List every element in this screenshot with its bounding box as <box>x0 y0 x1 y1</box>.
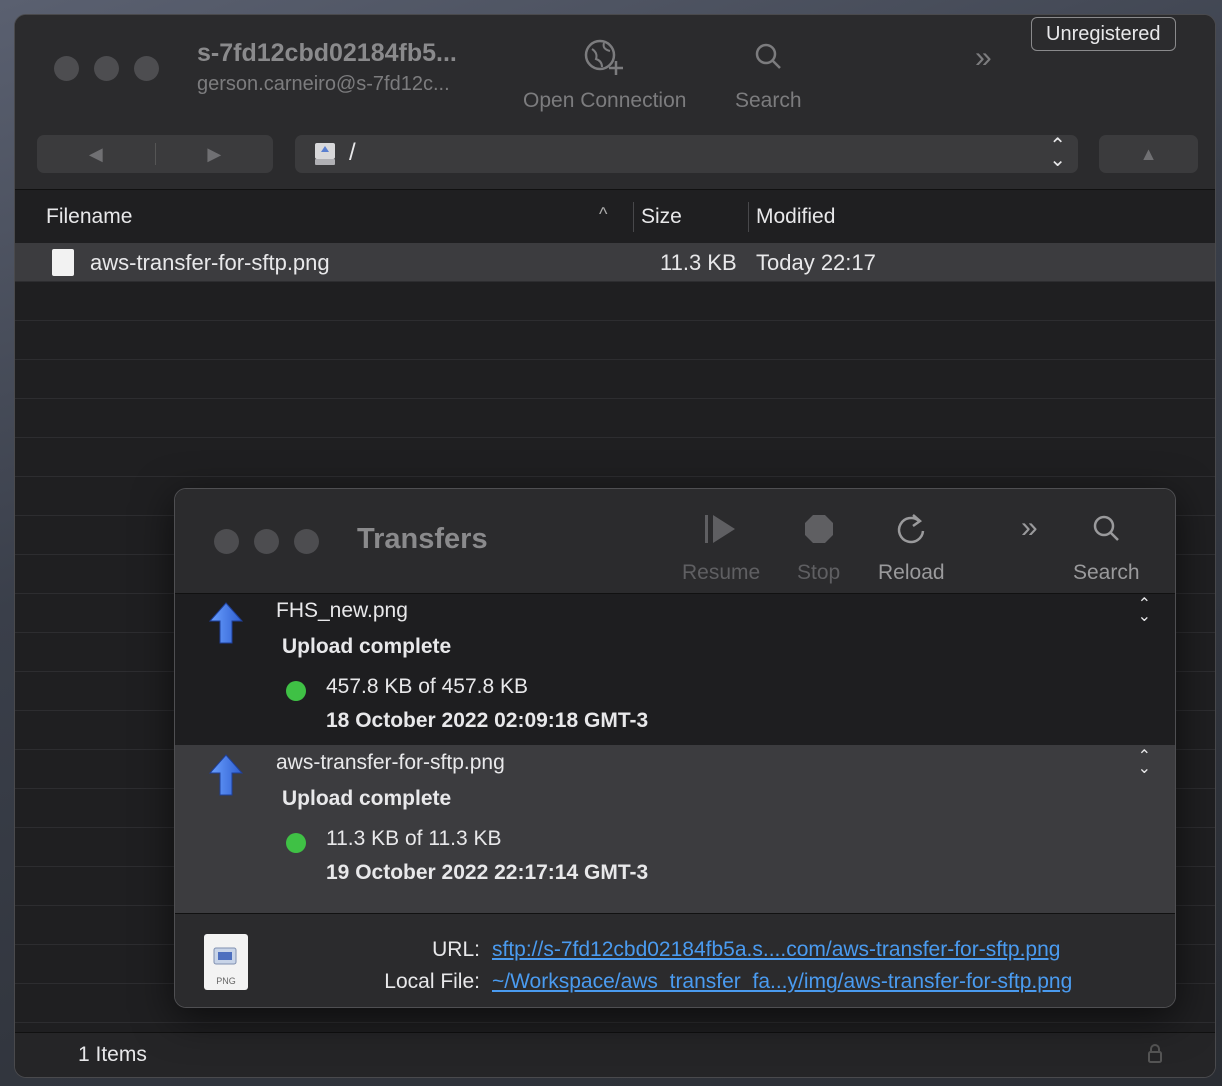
column-filename[interactable]: Filename <box>46 205 132 229</box>
search-label: Search <box>735 89 802 112</box>
local-file-link[interactable]: ~/Workspace/aws_transfer_fa...y/img/aws-… <box>492 970 1072 994</box>
upload-arrow-icon <box>208 754 244 796</box>
upload-arrow-icon <box>208 602 244 644</box>
transfers-overflow-chevron-icon[interactable]: » <box>1021 511 1038 545</box>
search-icon <box>735 37 802 79</box>
zoom-window-button[interactable] <box>134 56 159 81</box>
transfer-size: 457.8 KB of 457.8 KB <box>326 675 528 698</box>
window-controls <box>54 56 159 81</box>
file-type-label: PNG <box>216 976 236 986</box>
back-button[interactable]: ◀ <box>37 144 155 165</box>
zoom-window-button[interactable] <box>294 529 319 554</box>
transfer-status: Upload complete <box>282 787 452 810</box>
parent-directory-button[interactable]: ▲ <box>1099 135 1198 173</box>
png-file-icon: PNG <box>204 934 248 990</box>
open-connection-label: Open Connection <box>523 89 687 112</box>
transfer-size: 11.3 KB of 11.3 KB <box>326 827 502 850</box>
chevron-updown-icon: ⌃ ⌄ <box>1049 135 1066 171</box>
transfer-details: PNG URL: sftp://s-7fd12cbd02184fb5a.s...… <box>175 913 1175 1007</box>
column-modified[interactable]: Modified <box>756 205 835 229</box>
globe-plus-icon <box>523 37 686 79</box>
status-bar: 1 Items <box>15 1032 1215 1077</box>
search-icon <box>1073 509 1140 551</box>
png-file-icon <box>52 249 74 276</box>
toolbar: s-7fd12cbd02184fb5... gerson.carneiro@s-… <box>15 15 1215 190</box>
sort-ascending-icon: ^ <box>599 204 608 224</box>
transfers-window-controls <box>214 529 319 554</box>
stop-icon <box>797 509 840 551</box>
reload-button[interactable]: Reload <box>878 509 945 585</box>
play-icon <box>682 509 760 551</box>
empty-row <box>15 438 1215 477</box>
complete-status-dot <box>286 833 306 853</box>
transfers-title: Transfers <box>357 523 488 555</box>
drive-icon <box>315 143 335 165</box>
back-forward-control: ◀ ▶ <box>37 135 273 173</box>
resume-button[interactable]: Resume <box>682 509 760 585</box>
close-window-button[interactable] <box>214 529 239 554</box>
transfers-window: Transfers Resume Stop Reload » Search FH… <box>174 488 1176 1008</box>
transfers-toolbar: Transfers Resume Stop Reload » Search <box>175 489 1175 594</box>
current-path: / <box>349 139 356 166</box>
resume-label: Resume <box>682 561 761 584</box>
forward-button[interactable]: ▶ <box>156 144 274 165</box>
empty-row <box>15 360 1215 399</box>
chevron-updown-icon[interactable]: ⌃ ⌄ <box>1138 597 1151 625</box>
column-header: Filename ^ Size Modified <box>15 190 1215 242</box>
file-name: aws-transfer-for-sftp.png <box>90 250 330 275</box>
empty-row <box>15 399 1215 438</box>
lock-icon <box>1147 1043 1163 1068</box>
url-link[interactable]: sftp://s-7fd12cbd02184fb5a.s....com/aws-… <box>492 938 1060 962</box>
url-label: URL: <box>432 938 480 961</box>
path-selector[interactable]: / ⌃ ⌄ <box>295 135 1078 173</box>
close-window-button[interactable] <box>54 56 79 81</box>
file-row[interactable]: aws-transfer-for-sftp.png 11.3 KB Today … <box>15 243 1215 282</box>
minimize-window-button[interactable] <box>254 529 279 554</box>
transfer-date: 19 October 2022 22:17:14 GMT-3 <box>326 861 649 884</box>
file-modified: Today 22:17 <box>756 250 876 275</box>
reload-icon <box>878 509 945 551</box>
window-subtitle: gerson.carneiro@s-7fd12c... <box>197 73 450 95</box>
unregistered-badge[interactable]: Unregistered <box>1031 17 1176 51</box>
open-connection-button[interactable]: Open Connection <box>523 37 686 113</box>
window-title: s-7fd12cbd02184fb5... <box>197 39 457 67</box>
empty-row <box>15 282 1215 321</box>
local-file-label: Local File: <box>384 970 480 993</box>
transfer-status: Upload complete <box>282 635 452 658</box>
transfer-date: 18 October 2022 02:09:18 GMT-3 <box>326 709 649 732</box>
transfers-search-button[interactable]: Search <box>1073 509 1140 585</box>
stop-button[interactable]: Stop <box>797 509 840 585</box>
empty-row <box>15 321 1215 360</box>
minimize-window-button[interactable] <box>94 56 119 81</box>
transfer-item[interactable]: FHS_new.png Upload complete 457.8 KB of … <box>175 593 1175 761</box>
transfer-filename: aws-transfer-for-sftp.png <box>276 751 505 774</box>
toolbar-overflow-chevron-icon[interactable]: » <box>975 41 992 75</box>
search-button[interactable]: Search <box>735 37 802 113</box>
chevron-updown-icon[interactable]: ⌃ ⌄ <box>1138 749 1151 777</box>
column-size[interactable]: Size <box>641 205 682 229</box>
complete-status-dot <box>286 681 306 701</box>
transfer-filename: FHS_new.png <box>276 599 408 622</box>
reload-label: Reload <box>878 561 945 584</box>
transfers-search-label: Search <box>1073 561 1140 584</box>
file-size: 11.3 KB <box>660 250 737 275</box>
item-count: 1 Items <box>78 1043 147 1066</box>
transfer-item[interactable]: aws-transfer-for-sftp.png Upload complet… <box>175 745 1175 913</box>
stop-label: Stop <box>797 561 841 584</box>
